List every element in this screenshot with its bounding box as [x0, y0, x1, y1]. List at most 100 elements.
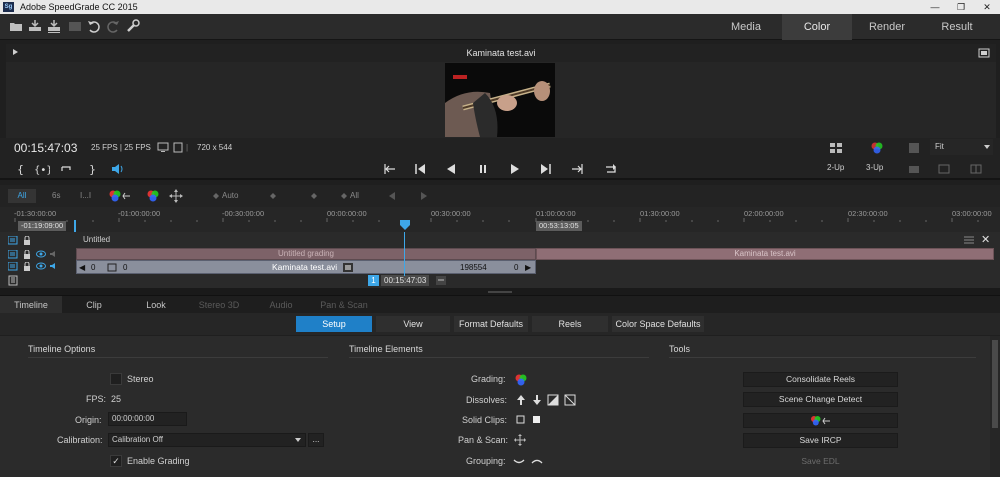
mask-icon[interactable] — [907, 141, 921, 155]
scene-change-detect-button[interactable]: Scene Change Detect — [743, 392, 898, 407]
pause-icon[interactable] — [476, 162, 490, 176]
go-to-in-icon[interactable] — [60, 162, 74, 176]
step-back-icon[interactable] — [413, 162, 427, 176]
speaker-icon[interactable] — [49, 250, 59, 258]
save-icon[interactable] — [27, 18, 43, 34]
auto-filter[interactable]: Auto — [222, 189, 238, 203]
subtab-view[interactable]: View — [376, 316, 450, 332]
video-frame[interactable] — [445, 63, 555, 137]
keyframe-icon[interactable] — [270, 193, 276, 199]
mark-out-icon[interactable]: } — [86, 162, 100, 176]
zoom-select[interactable]: Fit — [930, 139, 993, 155]
prev-arrow-icon[interactable] — [389, 192, 395, 200]
keyframe-icon[interactable] — [311, 193, 317, 199]
dissolve-ramp-icon[interactable] — [547, 394, 559, 406]
origin-field[interactable]: 00:00:00:00 — [108, 412, 187, 426]
color-grade-icon[interactable] — [146, 189, 160, 203]
filter-range-button[interactable]: I...I — [80, 189, 91, 203]
grading-toggle-icon[interactable] — [514, 373, 527, 386]
step-forward-icon[interactable] — [539, 162, 553, 176]
track-toggle-icon[interactable] — [8, 250, 18, 259]
mark-in-icon[interactable]: { — [14, 162, 28, 176]
consolidate-reels-button[interactable]: Consolidate Reels — [743, 372, 898, 387]
tab-color[interactable]: Color — [782, 14, 852, 40]
solid-clip-filled-icon[interactable] — [531, 414, 543, 426]
video-clip[interactable]: ◀ 0 0 Kaminata test.avi 198554 0 ▶ — [76, 260, 536, 274]
filter-6s-button[interactable]: 6s — [52, 189, 60, 203]
visibility-eye-icon[interactable] — [36, 250, 46, 258]
undo-icon[interactable] — [86, 18, 102, 34]
tab-media[interactable]: Media — [711, 14, 781, 40]
subtab-reels[interactable]: Reels — [532, 316, 608, 332]
fps-value[interactable]: 25 — [111, 394, 121, 404]
grading-clip-right[interactable]: Kaminata test.avi — [536, 248, 994, 260]
split-view-icon[interactable] — [969, 162, 983, 176]
track-toggle-icon[interactable] — [8, 262, 18, 271]
tab-timeline[interactable]: Timeline — [0, 296, 62, 314]
out-point-timecode[interactable]: 00:53:13:05 — [536, 221, 582, 231]
snapshot-icon[interactable] — [907, 162, 921, 176]
timeline-ruler[interactable]: -01:30:00:00 -01:00:00:00 -00:30:00:00 0… — [0, 207, 1000, 232]
grading-clip[interactable]: Untitled grading — [76, 248, 536, 260]
marker-badge[interactable]: 1 — [368, 275, 379, 286]
in-point-timecode[interactable]: -01:19:09:00 — [18, 221, 67, 231]
open-folder-icon[interactable] — [8, 18, 24, 34]
next-arrow-icon[interactable] — [421, 192, 427, 200]
filmstrip-icon[interactable] — [8, 275, 18, 286]
wrench-icon[interactable] — [125, 18, 141, 34]
go-to-end-icon[interactable] — [570, 162, 584, 176]
tab-render[interactable]: Render — [852, 14, 922, 40]
panel-scrollbar[interactable] — [990, 336, 1000, 477]
tab-result[interactable]: Result — [922, 14, 992, 40]
subtab-color-space-defaults[interactable]: Color Space Defaults — [612, 316, 704, 332]
dissolve-down-icon[interactable] — [531, 394, 543, 406]
tab-look[interactable]: Look — [126, 296, 186, 314]
save-ircp-button[interactable]: Save IRCP — [743, 433, 898, 448]
play-icon[interactable] — [508, 162, 522, 176]
calibration-more-button[interactable]: ... — [308, 433, 324, 447]
tab-audio[interactable]: Audio — [252, 296, 310, 314]
minimize-button[interactable]: — — [922, 0, 948, 14]
in-marker[interactable] — [74, 220, 76, 232]
all-keyframes-filter[interactable]: All — [350, 189, 359, 203]
play-reverse-icon[interactable] — [444, 162, 458, 176]
loop-icon[interactable] — [604, 162, 618, 176]
solid-clip-outline-icon[interactable] — [515, 414, 527, 426]
redo-icon[interactable] — [105, 18, 121, 34]
render-queue-icon[interactable] — [67, 18, 83, 34]
audio-icon[interactable] — [110, 162, 124, 176]
lock-icon[interactable] — [23, 236, 31, 245]
mark-clip-icon[interactable]: {•} — [34, 162, 50, 176]
tab-pan-scan[interactable]: Pan & Scan — [312, 296, 376, 314]
keyframe-icon[interactable] — [341, 193, 347, 199]
compare-icon[interactable] — [937, 162, 951, 176]
enable-grading-checkbox[interactable]: ✓ — [110, 455, 122, 467]
tab-stereo-3d[interactable]: Stereo 3D — [188, 296, 250, 314]
panel-splitter[interactable] — [0, 288, 1000, 295]
dissolve-cross-icon[interactable] — [564, 394, 576, 406]
dissolve-up-icon[interactable] — [515, 394, 527, 406]
subtab-format-defaults[interactable]: Format Defaults — [454, 316, 528, 332]
subtab-setup[interactable]: Setup — [296, 316, 372, 332]
grouping-down-icon[interactable] — [513, 455, 525, 467]
save-edl-button[interactable]: Save EDL — [743, 454, 898, 469]
go-to-start-icon[interactable] — [383, 162, 397, 176]
move-icon[interactable] — [169, 189, 183, 203]
scrollbar-thumb[interactable] — [992, 340, 998, 428]
close-window-button[interactable]: ✕ — [974, 0, 1000, 14]
track-toggle-icon[interactable] — [8, 236, 18, 245]
grade-tool-button[interactable] — [743, 413, 898, 428]
color-channels-icon[interactable] — [870, 141, 884, 155]
grade-layers-icon[interactable] — [108, 189, 132, 203]
format-icon[interactable] — [172, 142, 184, 153]
stereo-checkbox[interactable] — [110, 373, 122, 385]
pan-scan-move-icon[interactable] — [514, 434, 526, 446]
tab-clip[interactable]: Clip — [64, 296, 124, 314]
close-timeline-icon[interactable]: ✕ — [981, 234, 990, 246]
link-icon[interactable] — [435, 275, 447, 286]
visibility-eye-icon[interactable] — [36, 262, 46, 270]
fullscreen-icon[interactable] — [978, 47, 990, 59]
layout-2up-button[interactable]: 2-Up — [827, 163, 844, 172]
grouping-up-icon[interactable] — [531, 455, 543, 467]
calibration-select[interactable]: Calibration Off — [108, 433, 306, 447]
